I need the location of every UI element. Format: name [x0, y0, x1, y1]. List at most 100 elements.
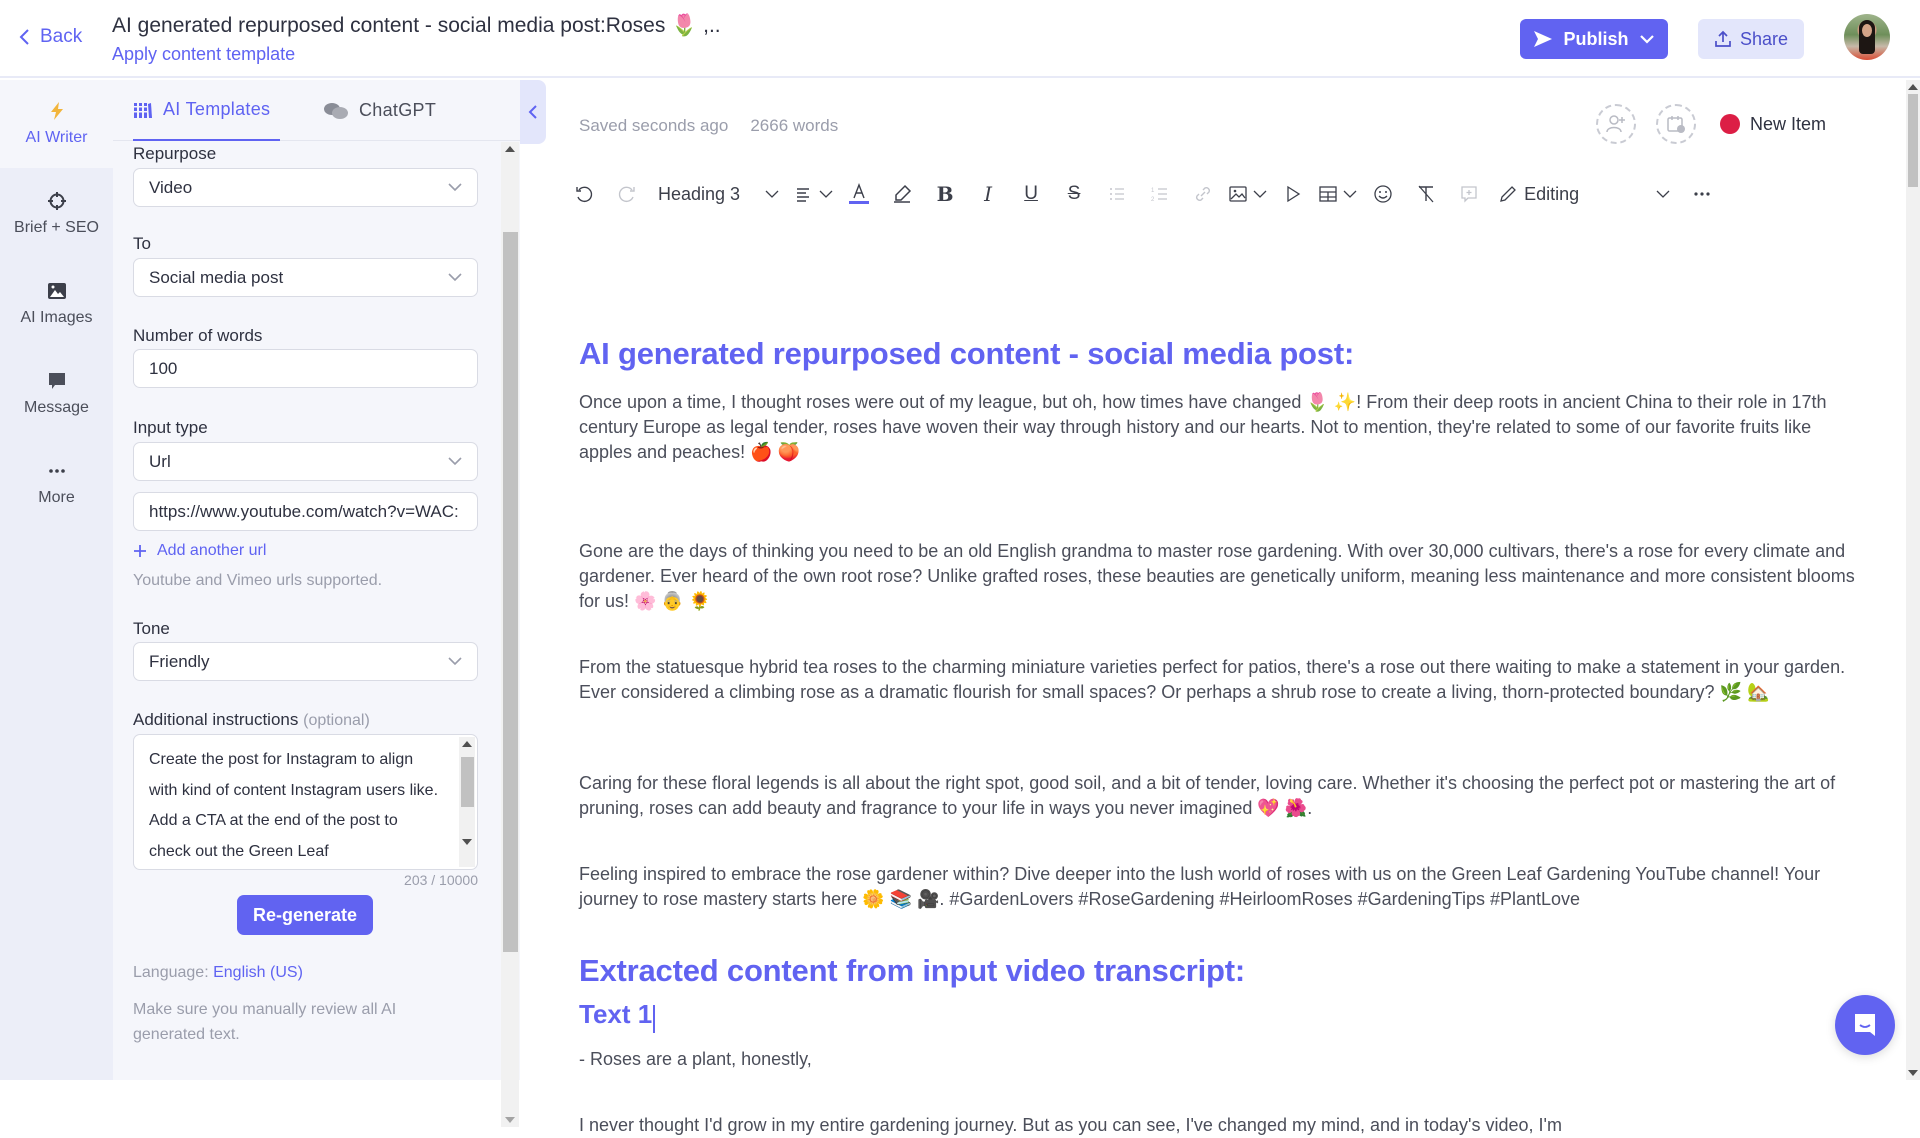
add-user-icon — [1606, 115, 1625, 133]
to-select[interactable]: Social media post — [133, 258, 478, 297]
left-rail: AI Writer Brief + SEO AI Images Message … — [0, 80, 113, 1080]
insert-table-button[interactable] — [1318, 176, 1358, 212]
repurpose-value: Video — [149, 177, 193, 197]
rail-item-message[interactable]: Message — [0, 350, 113, 438]
rail-label: More — [38, 489, 75, 506]
emoji-button[interactable] — [1365, 176, 1401, 212]
support-chat-button[interactable] — [1835, 995, 1895, 1055]
schedule-button[interactable] — [1656, 104, 1696, 144]
chevron-left-icon — [528, 105, 537, 119]
additional-instructions-textarea[interactable]: Create the post for Instagram to align w… — [133, 734, 478, 870]
panel-scroll-thumb[interactable] — [503, 232, 518, 952]
editing-mode-select[interactable]: Editing — [1498, 176, 1671, 212]
library-icon — [133, 102, 152, 118]
editor-toolbar: Heading 3 B I U S 12 Editing — [566, 176, 1727, 212]
back-button[interactable]: Back — [18, 26, 82, 48]
svg-text:1: 1 — [1151, 188, 1155, 194]
chevron-down-icon — [765, 190, 779, 198]
document-title[interactable]: AI generated repurposed content - social… — [112, 14, 721, 38]
number-of-words-input[interactable]: 100 — [133, 349, 478, 388]
scroll-down-arrow[interactable] — [505, 1117, 515, 1123]
rail-label: AI Images — [20, 309, 93, 326]
numbered-list-button[interactable]: 12 — [1142, 176, 1178, 212]
clear-formatting-icon — [1418, 185, 1434, 203]
textarea-scroll-thumb[interactable] — [461, 757, 474, 807]
tab-chatgpt[interactable]: ChatGPT — [323, 80, 436, 141]
add-url-label: Add another url — [157, 542, 267, 559]
scroll-up-arrow[interactable] — [462, 741, 472, 747]
strikethrough-button[interactable]: S — [1056, 176, 1092, 212]
text-color-button[interactable] — [841, 176, 877, 212]
more-options-button[interactable] — [1684, 176, 1720, 212]
chevron-down-icon — [448, 183, 462, 192]
scroll-up-arrow[interactable] — [505, 146, 515, 152]
publish-button[interactable]: Publish — [1520, 19, 1668, 59]
clear-formatting-button[interactable] — [1408, 176, 1444, 212]
play-icon — [1287, 185, 1301, 203]
language-setting: Language: English (US) — [133, 964, 303, 982]
calendar-icon — [1667, 116, 1685, 133]
rail-label: Message — [24, 399, 89, 416]
rail-item-ai-images[interactable]: AI Images — [0, 260, 113, 348]
share-button[interactable]: Share — [1698, 19, 1804, 59]
rail-item-brief-seo[interactable]: Brief + SEO — [0, 170, 113, 258]
redo-button[interactable] — [609, 176, 645, 212]
rail-item-ai-writer[interactable]: AI Writer — [0, 80, 113, 168]
scroll-up-arrow[interactable] — [1908, 84, 1918, 90]
highlight-button[interactable] — [884, 176, 920, 212]
input-type-value: Url — [149, 451, 171, 471]
regenerate-button[interactable]: Re-generate — [237, 895, 373, 935]
textarea-scrollbar[interactable] — [459, 737, 475, 867]
url-input[interactable]: https://www.youtube.com/watch?v=WAC: — [133, 492, 478, 531]
assign-user-button[interactable] — [1596, 104, 1636, 144]
item-status[interactable]: New Item — [1720, 114, 1826, 135]
instructions-label-text: Additional instructions — [133, 710, 299, 729]
tab-ai-templates[interactable]: AI Templates — [133, 80, 281, 141]
editor-meta: Saved seconds ago 2666 words — [579, 116, 838, 136]
chevron-down-icon — [448, 273, 462, 282]
italic-button[interactable]: I — [970, 176, 1006, 212]
chat-bubbles-icon — [324, 102, 348, 119]
bold-button[interactable]: B — [927, 176, 963, 212]
strikethrough-icon: S — [1067, 183, 1081, 204]
insert-media-button[interactable] — [1275, 176, 1311, 212]
comment-plus-icon — [1461, 186, 1477, 203]
to-value: Social media post — [149, 267, 284, 287]
panel-scrollbar[interactable] — [501, 142, 519, 1127]
language-link[interactable]: English (US) — [213, 964, 303, 981]
bullet-list-button[interactable] — [1099, 176, 1135, 212]
content-heading-generated: AI generated repurposed content - social… — [579, 336, 1355, 371]
input-type-select[interactable]: Url — [133, 442, 478, 481]
pencil-icon — [1500, 186, 1516, 202]
plus-icon — [134, 545, 146, 557]
scroll-down-arrow[interactable] — [462, 839, 472, 845]
block-style-select[interactable]: Heading 3 — [652, 176, 780, 212]
svg-text:2: 2 — [1151, 197, 1155, 203]
block-style-value: Heading 3 — [658, 183, 741, 204]
send-icon — [1534, 31, 1553, 47]
editor-scroll-thumb[interactable] — [1908, 94, 1918, 187]
underline-button[interactable]: U — [1013, 176, 1049, 212]
paragraph: From the statuesque hybrid tea roses to … — [579, 657, 1846, 702]
scroll-down-arrow[interactable] — [1908, 1070, 1918, 1076]
editor-scrollbar[interactable] — [1906, 80, 1920, 1080]
tone-select[interactable]: Friendly — [133, 642, 478, 681]
character-counter: 203 / 10000 — [404, 872, 478, 888]
align-button[interactable] — [794, 176, 834, 212]
transcript-line: I never thought I'd grow in my entire ga… — [579, 1115, 1562, 1135]
more-icon — [48, 469, 65, 473]
link-button[interactable] — [1185, 176, 1221, 212]
insert-image-button[interactable] — [1228, 176, 1268, 212]
undo-button[interactable] — [566, 176, 602, 212]
add-another-url-button[interactable]: Add another url — [133, 542, 266, 560]
rail-item-more[interactable]: More — [0, 440, 113, 528]
avatar-face — [1862, 24, 1872, 37]
apply-content-template-link[interactable]: Apply content template — [112, 44, 295, 65]
user-avatar[interactable] — [1844, 14, 1890, 60]
target-icon — [47, 192, 66, 210]
repurpose-select[interactable]: Video — [133, 168, 478, 207]
status-dot — [1720, 114, 1740, 134]
chevron-down-icon — [448, 657, 462, 666]
collapse-panel-button[interactable] — [520, 80, 546, 144]
add-comment-button[interactable] — [1451, 176, 1487, 212]
